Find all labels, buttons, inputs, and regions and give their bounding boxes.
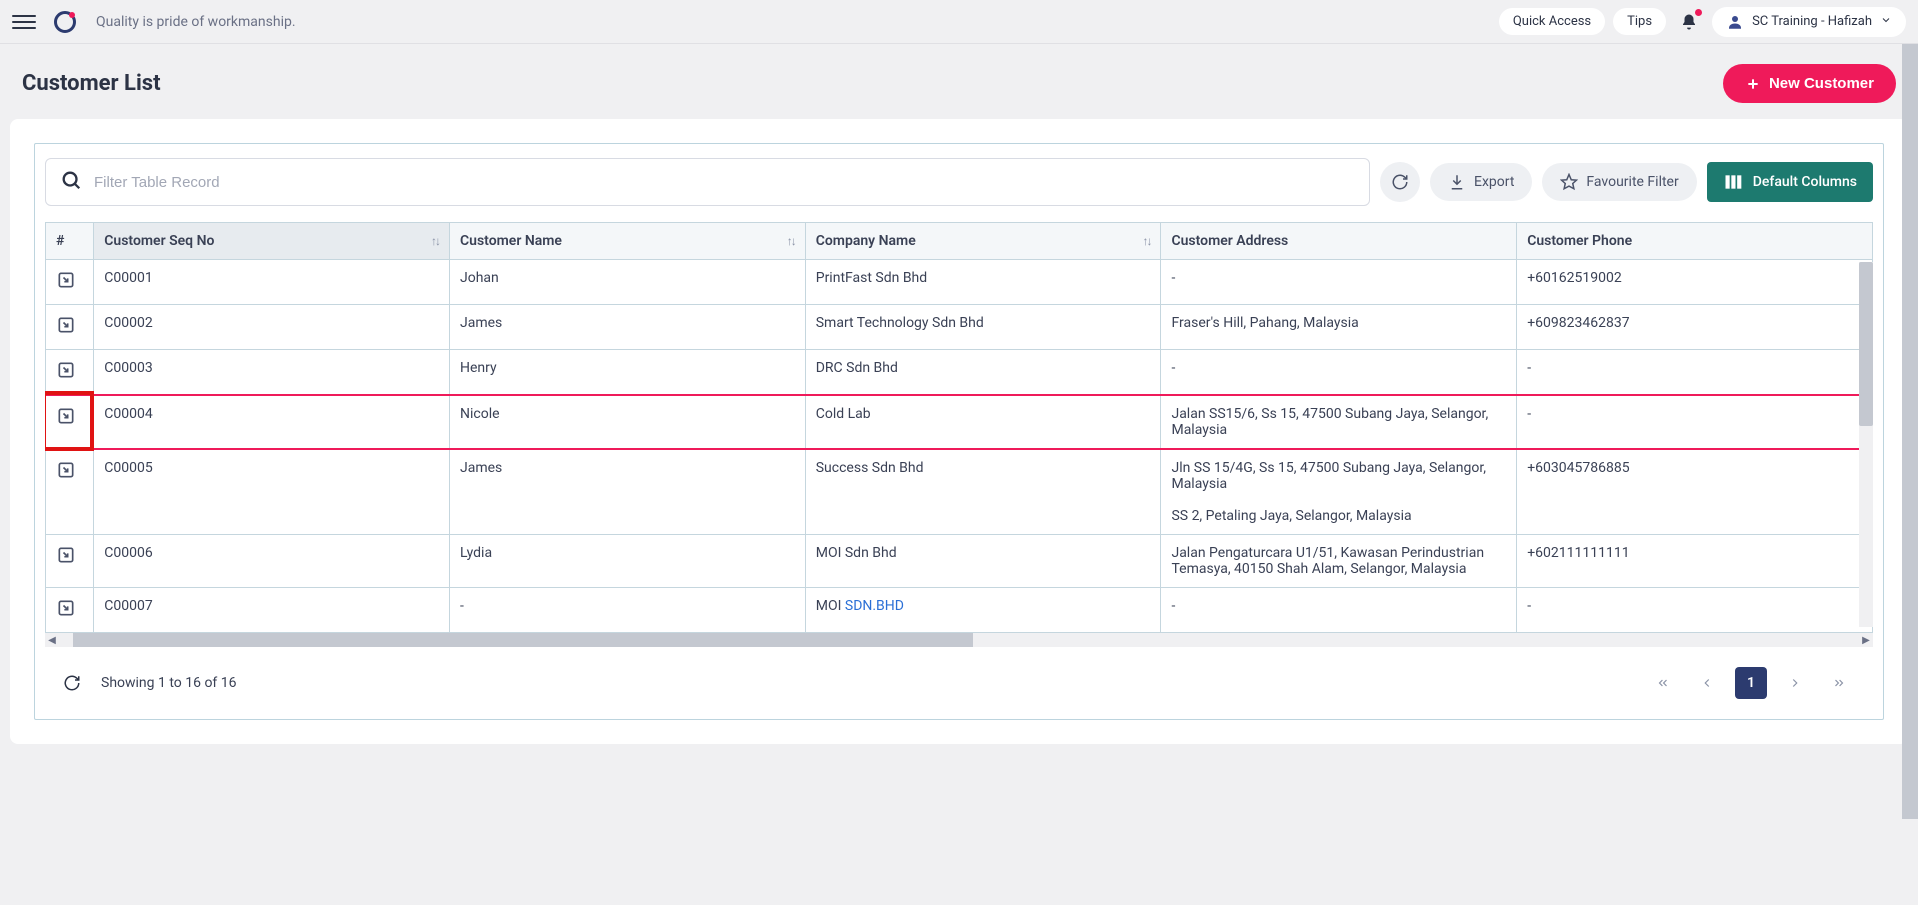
search-wrap: [45, 158, 1370, 206]
menu-button[interactable]: [12, 10, 36, 34]
col-address[interactable]: Customer Address: [1161, 223, 1517, 260]
quick-access-button[interactable]: Quick Access: [1499, 8, 1605, 35]
page-title: Customer List: [22, 71, 161, 96]
cell-phone: +602111111111: [1517, 535, 1873, 588]
cell-address: Fraser's Hill, Pahang, Malaysia: [1161, 305, 1517, 350]
page-1-button[interactable]: 1: [1735, 667, 1767, 699]
last-page-button[interactable]: [1823, 667, 1855, 699]
cell-phone: +60162519002: [1517, 260, 1873, 305]
new-customer-button[interactable]: New Customer: [1723, 64, 1896, 103]
horizontal-scrollbar[interactable]: ◀ ▶: [45, 633, 1873, 647]
sort-icon: ↑↓: [1142, 234, 1150, 248]
cell-seq: C00001: [94, 260, 450, 305]
user-icon: [1726, 13, 1744, 31]
open-icon[interactable]: [56, 460, 76, 480]
cell-name: -: [450, 588, 806, 633]
search-input[interactable]: [94, 174, 1355, 191]
cell-address: -: [1161, 260, 1517, 305]
cell-phone: +609823462837: [1517, 305, 1873, 350]
open-icon[interactable]: [56, 315, 76, 335]
cell-name: James: [450, 305, 806, 350]
notifications-icon[interactable]: [1680, 13, 1698, 31]
table-row: C00002JamesSmart Technology Sdn BhdFrase…: [46, 305, 1873, 350]
table-row: C00004NicoleCold LabJalan SS15/6, Ss 15,…: [46, 395, 1873, 449]
export-button[interactable]: Export: [1430, 163, 1532, 201]
open-icon[interactable]: [56, 545, 76, 565]
col-company[interactable]: Company Name↑↓: [805, 223, 1161, 260]
cell-address: Jln SS 15/4G, Ss 15, 47500 Subang Jaya, …: [1161, 449, 1517, 535]
company-link[interactable]: SDN.BHD: [845, 598, 904, 614]
cell-phone: -: [1517, 350, 1873, 396]
open-icon[interactable]: [56, 598, 76, 618]
default-columns-label: Default Columns: [1753, 174, 1857, 190]
cell-seq: C00002: [94, 305, 450, 350]
table-row: C00007-MOI SDN.BHD--: [46, 588, 1873, 633]
table-row: C00005JamesSuccess Sdn BhdJln SS 15/4G, …: [46, 449, 1873, 535]
pagination: 1: [1647, 667, 1855, 699]
cell-name: Johan: [450, 260, 806, 305]
chevron-down-icon: [1880, 14, 1892, 30]
refresh-icon[interactable]: [63, 674, 81, 692]
search-icon: [60, 169, 82, 195]
next-page-button[interactable]: [1779, 667, 1811, 699]
sort-icon: ↑↓: [431, 234, 439, 248]
table-row: C00001JohanPrintFast Sdn Bhd-+6016251900…: [46, 260, 1873, 305]
user-menu[interactable]: SC Training - Hafizah: [1712, 7, 1906, 37]
new-customer-label: New Customer: [1769, 75, 1874, 92]
col-seq[interactable]: Customer Seq No↑↓: [94, 223, 450, 260]
cell-name: James: [450, 449, 806, 535]
tips-button[interactable]: Tips: [1613, 8, 1666, 35]
col-open[interactable]: #: [46, 223, 94, 260]
cell-company: MOI Sdn Bhd: [805, 535, 1161, 588]
default-columns-button[interactable]: Default Columns: [1707, 162, 1873, 202]
cell-address: Jalan SS15/6, Ss 15, 47500 Subang Jaya, …: [1161, 395, 1517, 449]
user-label: SC Training - Hafizah: [1752, 14, 1872, 29]
cell-name: Lydia: [450, 535, 806, 588]
tagline: Quality is pride of workmanship.: [96, 14, 296, 30]
prev-page-button[interactable]: [1691, 667, 1723, 699]
cell-seq: C00004: [94, 395, 450, 449]
cell-phone: -: [1517, 588, 1873, 633]
cell-phone: -: [1517, 395, 1873, 449]
cell-company: MOI SDN.BHD: [805, 588, 1161, 633]
reload-button[interactable]: [1380, 162, 1420, 202]
page-scrollbar[interactable]: [1902, 44, 1918, 905]
open-icon[interactable]: [56, 406, 76, 426]
cell-company: Smart Technology Sdn Bhd: [805, 305, 1161, 350]
open-icon[interactable]: [56, 360, 76, 380]
page-info: Showing 1 to 16 of 16: [101, 675, 237, 691]
table-header-row: # Customer Seq No↑↓ Customer Name↑↓ Comp…: [46, 223, 1873, 260]
favourite-filter-button[interactable]: Favourite Filter: [1542, 163, 1696, 201]
cell-company: Success Sdn Bhd: [805, 449, 1161, 535]
cell-seq: C00005: [94, 449, 450, 535]
cell-name: Nicole: [450, 395, 806, 449]
open-icon[interactable]: [56, 270, 76, 290]
first-page-button[interactable]: [1647, 667, 1679, 699]
sort-icon: ↑↓: [787, 234, 795, 248]
cell-seq: C00006: [94, 535, 450, 588]
customer-table: # Customer Seq No↑↓ Customer Name↑↓ Comp…: [45, 222, 1873, 633]
cell-company: PrintFast Sdn Bhd: [805, 260, 1161, 305]
cell-seq: C00003: [94, 350, 450, 396]
cell-address: -: [1161, 588, 1517, 633]
cell-company: DRC Sdn Bhd: [805, 350, 1161, 396]
vertical-scrollbar[interactable]: [1859, 262, 1873, 627]
cell-address: -: [1161, 350, 1517, 396]
cell-name: Henry: [450, 350, 806, 396]
table-row: C00006LydiaMOI Sdn BhdJalan Pengaturcara…: [46, 535, 1873, 588]
cell-address: Jalan Pengaturcara U1/51, Kawasan Perind…: [1161, 535, 1517, 588]
cell-seq: C00007: [94, 588, 450, 633]
app-logo: [54, 11, 76, 33]
cell-phone: +603045786885: [1517, 449, 1873, 535]
col-phone[interactable]: Customer Phone: [1517, 223, 1873, 260]
favourite-label: Favourite Filter: [1586, 174, 1678, 190]
export-label: Export: [1474, 174, 1514, 190]
cell-company: Cold Lab: [805, 395, 1161, 449]
table-row: C00003HenryDRC Sdn Bhd--: [46, 350, 1873, 396]
col-name[interactable]: Customer Name↑↓: [450, 223, 806, 260]
